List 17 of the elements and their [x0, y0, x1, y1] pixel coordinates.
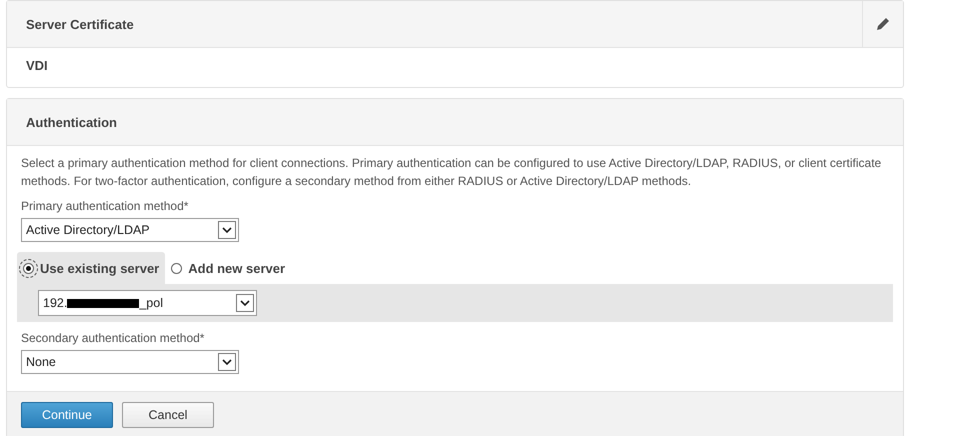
server-dropdown[interactable]: 192. _pol — [38, 290, 257, 316]
edit-icon[interactable] — [875, 16, 891, 32]
field-label: Secondary authentication method* — [21, 331, 206, 345]
panel-title: Server Certificate — [25, 16, 134, 32]
field-label: Primary authentication method* — [21, 199, 190, 213]
caret-icon[interactable] — [218, 221, 236, 239]
certificate-value: VDI — [25, 57, 49, 73]
server-option-radio[interactable]: Add new server — [165, 252, 292, 284]
continue-button[interactable]: Continue — [21, 402, 113, 428]
server-option-radio[interactable]: Use existing server — [17, 252, 166, 284]
description-text: Select a primary authentication method for client connections. Primary authentication can be configured to use Active Directory/LDAP, RADIUS, or client certificate methods. For two-factor authentication, configure a secondary method from either RADIUS or Active Directory/LDAP methods. — [21, 155, 882, 190]
secondary-method-dropdown[interactable]: None — [21, 350, 239, 374]
panel-title: Authentication — [25, 114, 117, 130]
cancel-button[interactable]: Cancel — [122, 402, 214, 428]
caret-icon[interactable] — [218, 353, 236, 371]
caret-icon[interactable] — [236, 294, 254, 312]
primary-method-dropdown[interactable]: Active Directory/LDAP — [21, 218, 239, 242]
